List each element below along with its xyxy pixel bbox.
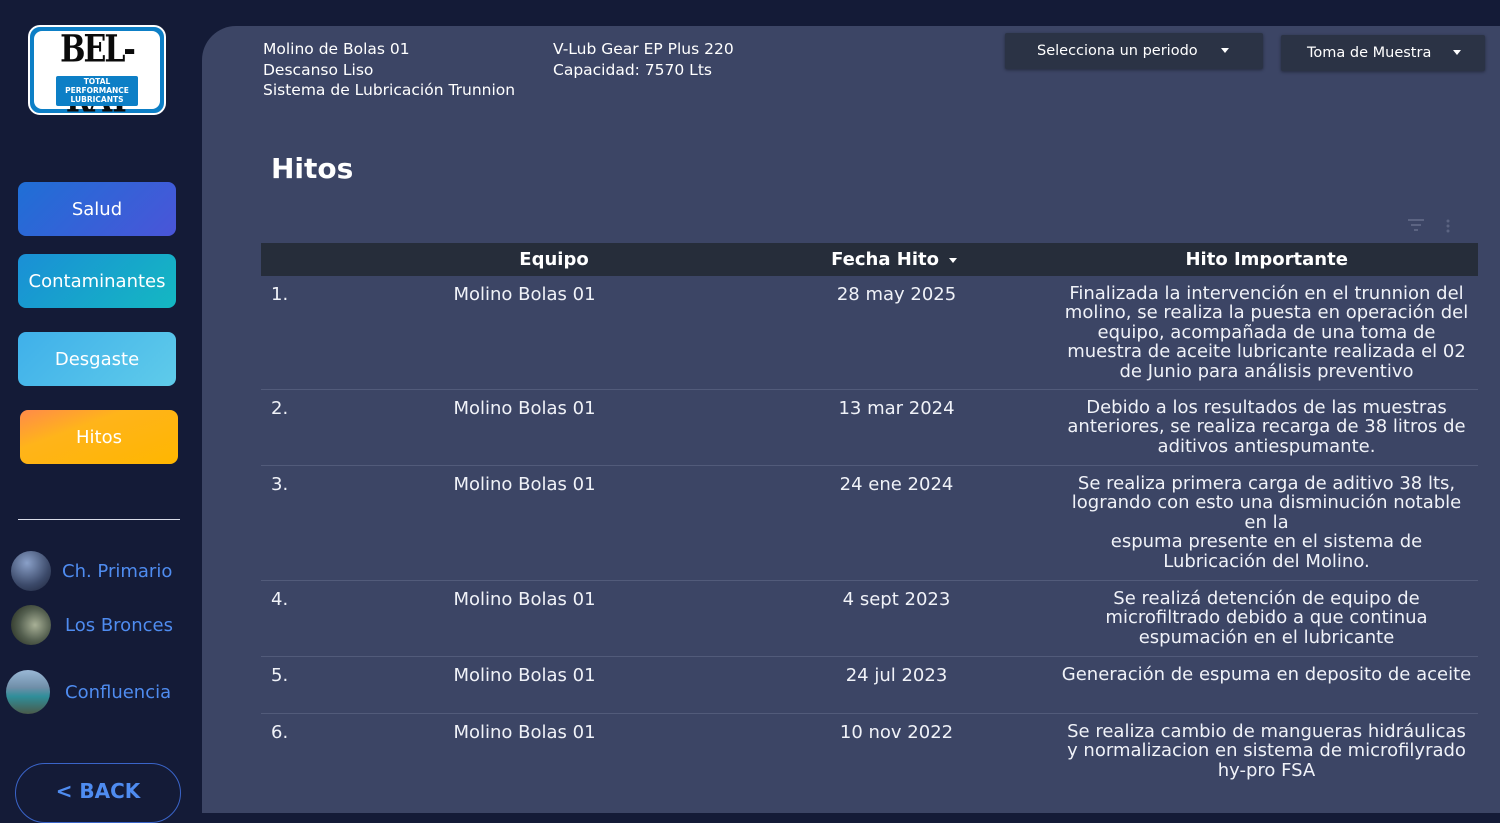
sort-desc-icon bbox=[949, 257, 957, 263]
filter-icon[interactable] bbox=[1408, 219, 1424, 235]
component-name: Descanso Liso bbox=[263, 60, 374, 79]
period-dropdown-label: Selecciona un periodo bbox=[1037, 43, 1198, 59]
nav-desgaste-button[interactable]: Desgaste bbox=[18, 332, 176, 386]
back-button[interactable]: < BACK bbox=[15, 763, 181, 823]
logo-tagline: TOTAL PERFORMANCE LUBRICANTS bbox=[56, 76, 138, 106]
page-title: Hitos bbox=[271, 152, 354, 185]
sample-dropdown[interactable]: Toma de Muestra bbox=[1281, 35, 1485, 71]
equipment-name: Molino de Bolas 01 bbox=[263, 40, 410, 58]
table-header: Equipo Fecha Hito Hito Importante bbox=[261, 243, 1478, 276]
table-row: 1. Molino Bolas 01 28 may 2025 Finalizad… bbox=[261, 276, 1478, 390]
site-label-bronces: Los Bronces bbox=[65, 614, 173, 636]
lubricant-name: V-Lub Gear EP Plus 220 bbox=[553, 40, 734, 58]
table-row: 2. Molino Bolas 01 13 mar 2024 Debido a … bbox=[261, 390, 1478, 466]
site-label-confluencia: Confluencia bbox=[65, 681, 172, 703]
table-row: 4. Molino Bolas 01 4 sept 2023 Se realiz… bbox=[261, 581, 1478, 657]
capacity-label: Capacidad: 7570 Lts bbox=[553, 60, 712, 79]
belray-logo: BEL-RAY TOTAL PERFORMANCE LUBRICANTS bbox=[28, 25, 166, 115]
sidebar-divider bbox=[18, 519, 180, 520]
site-link-primario[interactable]: Ch. Primario bbox=[11, 551, 172, 591]
header-fecha-label: Fecha Hito bbox=[831, 249, 939, 270]
lubricant-info: V-Lub Gear EP Plus 220 Capacidad: 7570 L… bbox=[553, 39, 734, 80]
site-avatar-bronces bbox=[11, 605, 51, 645]
site-link-bronces[interactable]: Los Bronces bbox=[11, 605, 173, 645]
sidebar: BEL-RAY TOTAL PERFORMANCE LUBRICANTS Sal… bbox=[0, 0, 202, 823]
site-label-primario: Ch. Primario bbox=[62, 560, 173, 582]
system-name: Sistema de Lubricación Trunnion bbox=[263, 81, 516, 99]
nav-salud-button[interactable]: Salud bbox=[18, 182, 176, 236]
header-fecha[interactable]: Fecha Hito bbox=[663, 249, 1056, 270]
chevron-down-icon bbox=[1221, 48, 1229, 53]
chevron-down-icon bbox=[1453, 50, 1461, 55]
nav-contaminantes-button[interactable]: Contaminantes bbox=[18, 254, 176, 308]
table-row: 3. Molino Bolas 01 24 ene 2024 Se realiz… bbox=[261, 466, 1478, 581]
site-avatar-primario bbox=[11, 551, 51, 591]
main-panel: Molino de Bolas 01 Descanso Liso Sistema… bbox=[202, 26, 1500, 813]
site-link-confluencia[interactable]: Confluencia bbox=[6, 670, 171, 714]
sample-dropdown-label: Toma de Muestra bbox=[1307, 45, 1432, 61]
header-hito[interactable]: Hito Importante bbox=[1055, 249, 1478, 270]
more-vert-icon[interactable] bbox=[1446, 219, 1450, 237]
equipment-info: Molino de Bolas 01 Descanso Liso Sistema… bbox=[263, 39, 515, 101]
table-row: 5. Molino Bolas 01 24 jul 2023 Generació… bbox=[261, 657, 1478, 714]
milestones-table: Equipo Fecha Hito Hito Importante 1. Mol… bbox=[261, 243, 1478, 784]
site-avatar-confluencia bbox=[6, 670, 50, 714]
period-dropdown[interactable]: Selecciona un periodo bbox=[1005, 33, 1263, 69]
table-row: 6. Molino Bolas 01 10 nov 2022 Se realiz… bbox=[271, 721, 1466, 781]
nav-hitos-button[interactable]: Hitos bbox=[20, 410, 178, 464]
